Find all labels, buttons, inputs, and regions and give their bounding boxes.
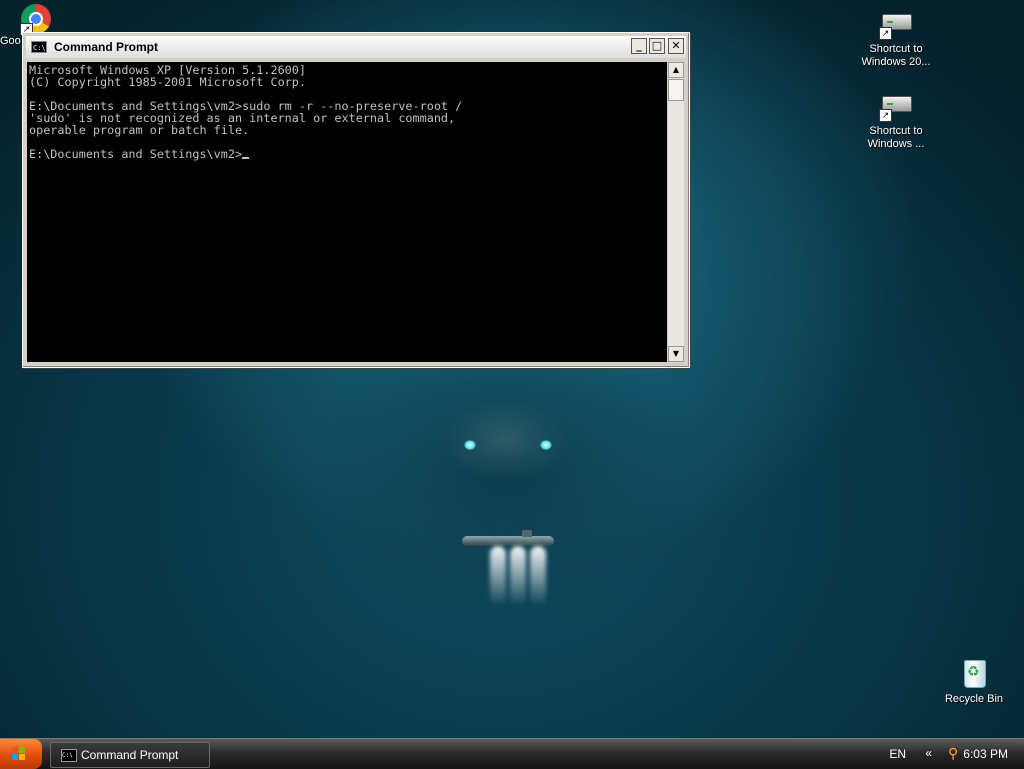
console-line: (C) Copyright 1985-2001 Microsoft Corp. xyxy=(29,75,306,89)
desktop-icon-recycle-bin[interactable]: Recycle Bin xyxy=(933,658,1015,706)
wallpaper-light-beam xyxy=(490,546,506,606)
text-cursor xyxy=(242,157,250,159)
desktop-icon-label: Shortcut to Windows 20... xyxy=(861,43,931,68)
close-button[interactable]: ✕ xyxy=(668,38,684,54)
desktop-icon-label: Shortcut to Windows ... xyxy=(867,125,925,150)
scroll-down-button[interactable]: ▼ xyxy=(668,346,684,362)
window-title: Command Prompt xyxy=(54,40,159,54)
wallpaper-light-beam xyxy=(510,546,526,606)
command-prompt-icon[interactable]: C:\ xyxy=(31,41,47,53)
window-titlebar[interactable]: C:\ Command Prompt _ □ ✕ xyxy=(26,36,686,58)
recycle-bin-icon xyxy=(957,658,991,690)
taskbar: C:\ Command Prompt EN « ⚲ 6:03 PM xyxy=(0,738,1024,769)
wallpaper-monster-eye-right xyxy=(540,440,552,450)
desktop-icon-label: Goo xyxy=(0,35,21,47)
desktop-icon-shortcut-windows-1[interactable]: ↗ Shortcut to Windows 20... xyxy=(855,8,937,69)
search-icon[interactable]: ⚲ xyxy=(948,745,962,761)
clock[interactable]: 6:03 PM xyxy=(963,747,1008,761)
minimize-button[interactable]: _ xyxy=(631,38,647,54)
taskbar-item-command-prompt[interactable]: C:\ Command Prompt xyxy=(50,742,210,768)
maximize-button[interactable]: □ xyxy=(649,38,665,54)
wallpaper-submarine xyxy=(462,530,554,546)
drive-icon: ↗ xyxy=(879,90,913,122)
console-line: operable program or batch file. xyxy=(29,123,250,137)
desktop-icon-label: Recycle Bin xyxy=(944,693,1004,705)
shortcut-arrow-icon: ↗ xyxy=(879,109,892,122)
shortcut-arrow-icon: ↗ xyxy=(879,27,892,40)
desktop-icon-shortcut-windows-2[interactable]: ↗ Shortcut to Windows ... xyxy=(855,90,937,151)
drive-icon: ↗ xyxy=(879,8,913,40)
scrollbar-thumb[interactable] xyxy=(668,79,684,101)
wallpaper-monster-eye-left xyxy=(464,440,476,450)
scroll-up-button[interactable]: ▲ xyxy=(668,62,684,78)
console-prompt-line[interactable]: E:\Documents and Settings\vm2> xyxy=(29,148,667,160)
command-prompt-window[interactable]: C:\ Command Prompt _ □ ✕ Microsoft Windo… xyxy=(22,32,690,368)
windows-logo-icon xyxy=(12,747,26,761)
wallpaper-light-beam xyxy=(530,546,546,606)
command-prompt-icon: C:\ xyxy=(61,749,77,762)
tray-expand-chevron-icon[interactable]: « xyxy=(925,746,932,760)
taskbar-item-label: Command Prompt xyxy=(81,748,179,762)
vertical-scrollbar[interactable]: ▲ ▼ xyxy=(668,62,684,362)
system-tray: EN « ⚲ 6:03 PM xyxy=(864,739,1024,769)
console-output[interactable]: Microsoft Windows XP [Version 5.1.2600] … xyxy=(27,62,667,362)
console-prompt: E:\Documents and Settings\vm2> xyxy=(29,147,243,161)
start-button[interactable] xyxy=(0,739,42,769)
language-indicator[interactable]: EN xyxy=(889,747,906,761)
